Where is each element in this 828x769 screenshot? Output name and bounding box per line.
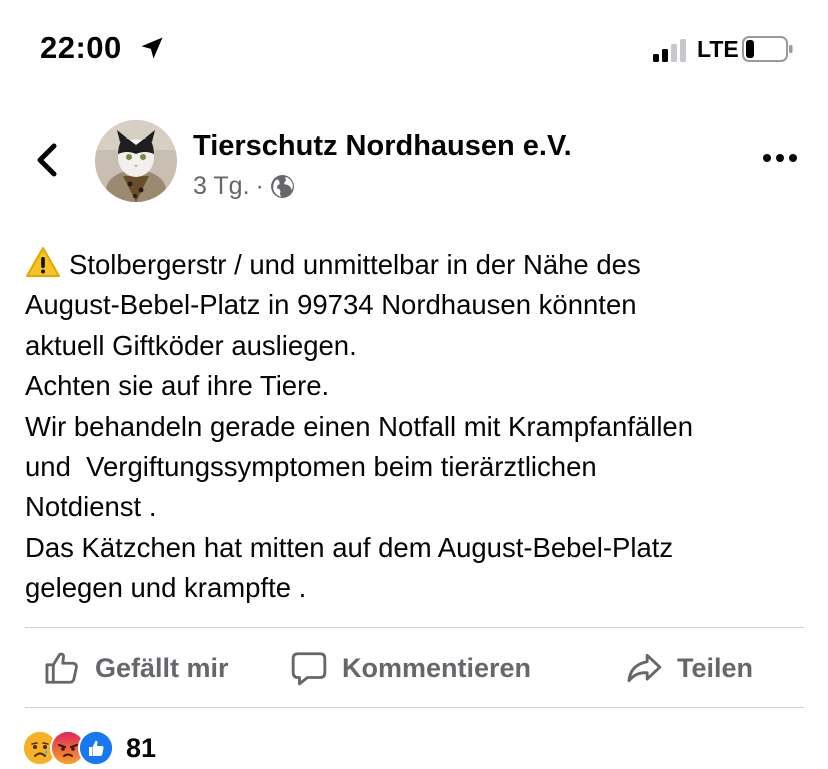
thumbs-up-icon xyxy=(45,652,78,684)
post-line-3: aktuell Giftköder ausliegen. xyxy=(25,329,357,361)
warning-icon xyxy=(26,247,60,277)
share-button[interactable]: Teilen xyxy=(625,628,753,708)
globe-icon xyxy=(270,175,294,198)
page-avatar[interactable] xyxy=(95,120,177,202)
comment-bubble-icon xyxy=(291,652,327,686)
reaction-count: 81 xyxy=(126,732,157,763)
actions-bottom-divider xyxy=(25,707,804,708)
clock-time: 22:00 xyxy=(40,30,122,65)
more-options-icon[interactable] xyxy=(760,148,800,168)
meta-separator: · xyxy=(255,172,264,200)
post-meta: 3 Tg. · xyxy=(193,172,295,201)
like-reaction-icon xyxy=(78,730,114,766)
post-line-7: Notdienst . xyxy=(25,491,157,523)
like-label: Gefällt mir xyxy=(95,652,229,683)
share-label: Teilen xyxy=(677,652,754,683)
post-line-4: Achten sie auf ihre Tiere. xyxy=(25,370,330,402)
like-button[interactable]: Gefällt mir xyxy=(43,628,229,708)
comment-button[interactable]: Kommentieren xyxy=(290,628,531,708)
post-age[interactable]: 3 Tg. xyxy=(193,172,250,201)
location-arrow-icon xyxy=(141,37,163,59)
post-body: Stolbergerstr / und unmittelbar in der N… xyxy=(25,245,815,609)
post-line-5: Wir behandeln gerade einen Notfall mit K… xyxy=(25,410,694,442)
post-line-1-text: Stolbergerstr / und unmittelbar in der N… xyxy=(69,249,641,280)
comment-label: Kommentieren xyxy=(342,652,532,683)
post-actions-bar: Gefällt mir Kommentieren Teilen xyxy=(25,628,804,708)
post-line-1: Stolbergerstr / und unmittelbar in der N… xyxy=(25,245,815,285)
post-line-2: August-Bebel-Platz in 99734 Nordhausen k… xyxy=(25,289,637,321)
post-line-8: Das Kätzchen hat mitten auf dem August-B… xyxy=(25,531,674,563)
battery-icon xyxy=(742,36,793,62)
cat-avatar-image xyxy=(95,120,177,202)
post-header: Tierschutz Nordhausen e.V. 3 Tg. · xyxy=(0,110,828,210)
reactions-summary[interactable]: 81 xyxy=(22,730,156,766)
back-chevron-icon[interactable] xyxy=(28,140,66,180)
status-bar: 22:00 LTE xyxy=(0,0,828,100)
share-arrow-icon xyxy=(627,653,662,683)
signal-strength-icon xyxy=(653,39,686,62)
page-name[interactable]: Tierschutz Nordhausen e.V. xyxy=(193,130,572,163)
post-line-6: und Vergiftungssymptomen beim tierärztli… xyxy=(25,451,597,483)
network-type: LTE xyxy=(697,36,739,62)
post-line-9: gelegen und krampfte . xyxy=(25,572,307,604)
